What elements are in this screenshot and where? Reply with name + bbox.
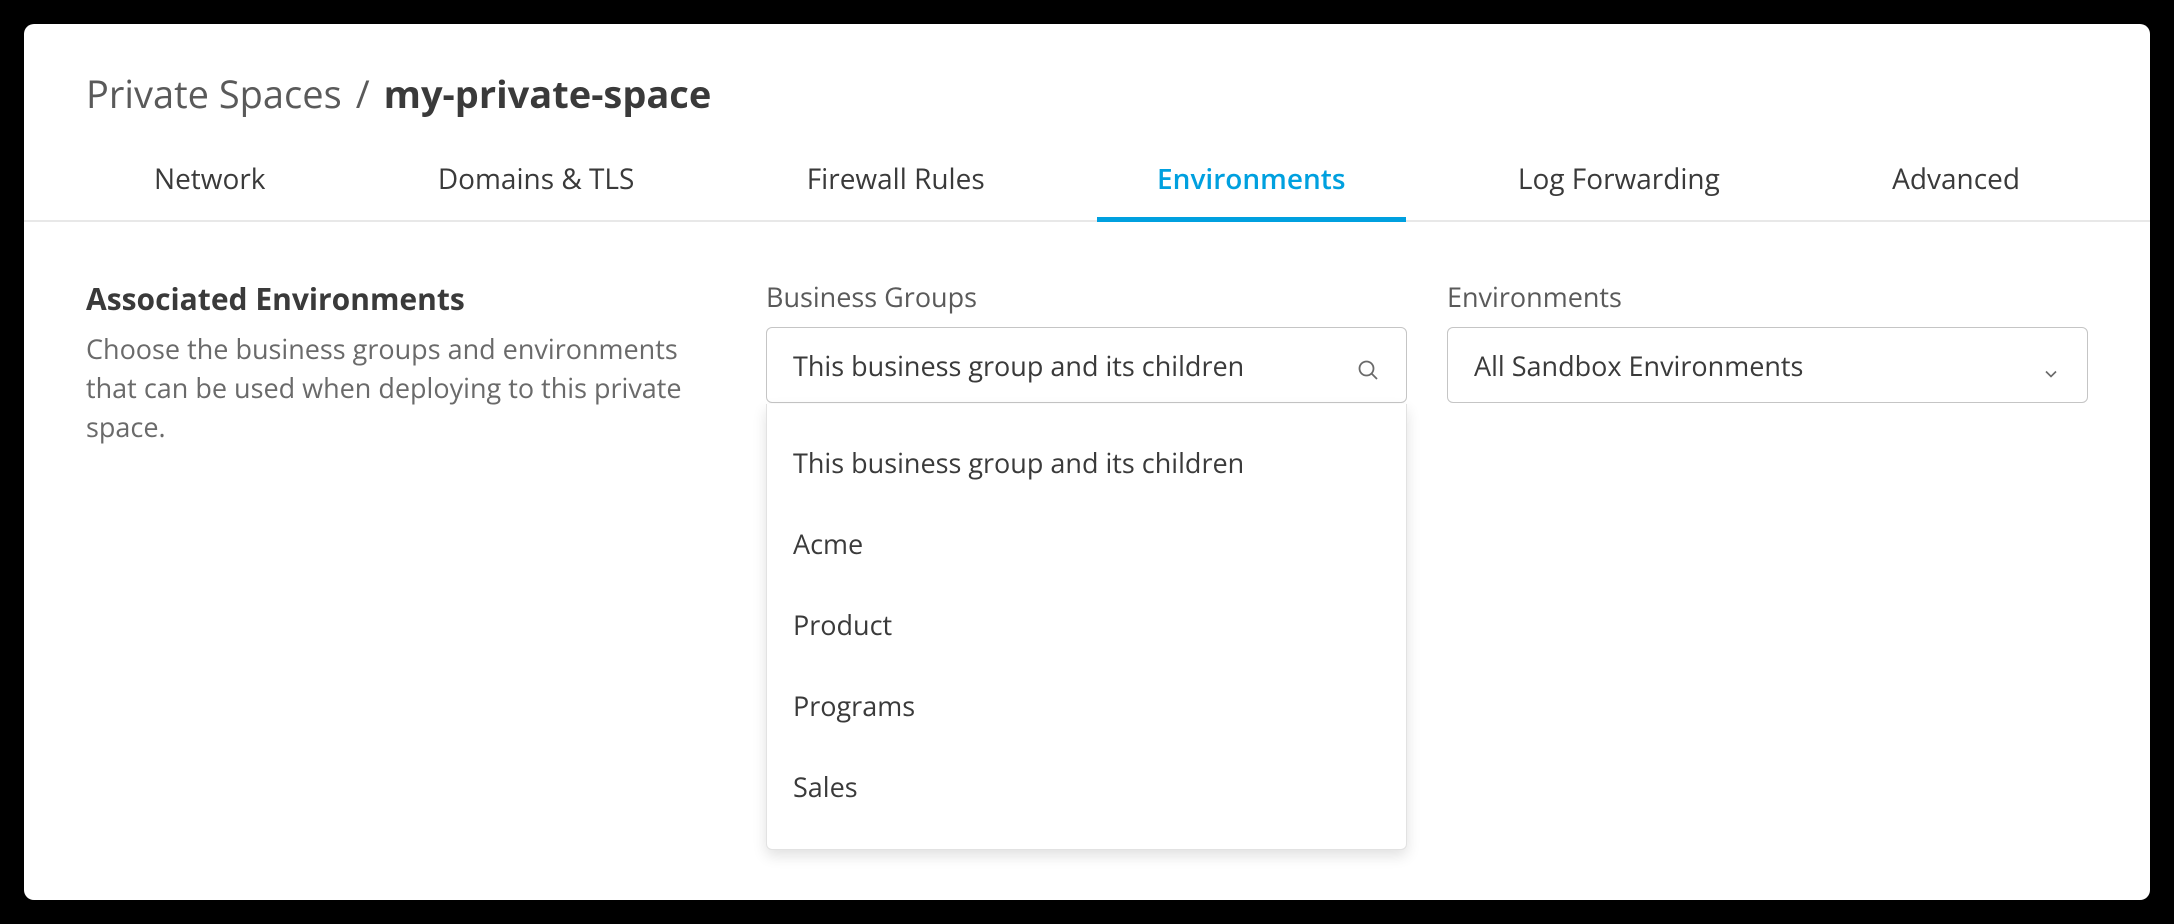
dropdown-option[interactable]: Programs [767, 665, 1406, 746]
tab-log-forwarding[interactable]: Log Forwarding [1488, 160, 1750, 220]
environments-select[interactable]: All Sandbox Environments [1447, 327, 2088, 403]
search-icon [1356, 353, 1380, 377]
business-groups-dropdown: This business group and its children Acm… [766, 404, 1407, 850]
environments-selected-value: All Sandbox Environments [1474, 347, 2041, 384]
tab-firewall-rules[interactable]: Firewall Rules [777, 160, 1015, 220]
business-groups-field: Business Groups This business group and … [766, 278, 1407, 446]
section-title: Associated Environments [86, 278, 726, 319]
environments-field: Environments All Sandbox Environments [1447, 278, 2088, 446]
section-description: Choose the business groups and environme… [86, 329, 726, 446]
breadcrumb-current: my-private-space [384, 68, 712, 120]
breadcrumb-separator: / [356, 68, 370, 120]
content-area: Associated Environments Choose the busin… [24, 222, 2150, 446]
dropdown-option[interactable]: Sales [767, 746, 1406, 827]
dropdown-option[interactable]: Product [767, 584, 1406, 665]
tab-environments[interactable]: Environments [1127, 160, 1375, 220]
business-groups-selected-value: This business group and its children [793, 347, 1356, 384]
tab-domains-tls[interactable]: Domains & TLS [408, 160, 665, 220]
chevron-down-icon [2041, 355, 2061, 375]
section-info: Associated Environments Choose the busin… [86, 278, 726, 446]
dropdown-option[interactable]: This business group and its children [767, 422, 1406, 503]
business-groups-select[interactable]: This business group and its children [766, 327, 1407, 403]
tabs-bar: Network Domains & TLS Firewall Rules Env… [24, 120, 2150, 222]
breadcrumb-parent[interactable]: Private Spaces [86, 68, 342, 120]
tab-network[interactable]: Network [124, 160, 295, 220]
dropdown-option[interactable]: Acme [767, 503, 1406, 584]
private-space-settings-window: Private Spaces / my-private-space Networ… [24, 24, 2150, 900]
breadcrumb: Private Spaces / my-private-space [24, 24, 2150, 120]
tab-advanced[interactable]: Advanced [1862, 160, 2050, 220]
business-groups-label: Business Groups [766, 278, 1407, 315]
environments-label: Environments [1447, 278, 2088, 315]
